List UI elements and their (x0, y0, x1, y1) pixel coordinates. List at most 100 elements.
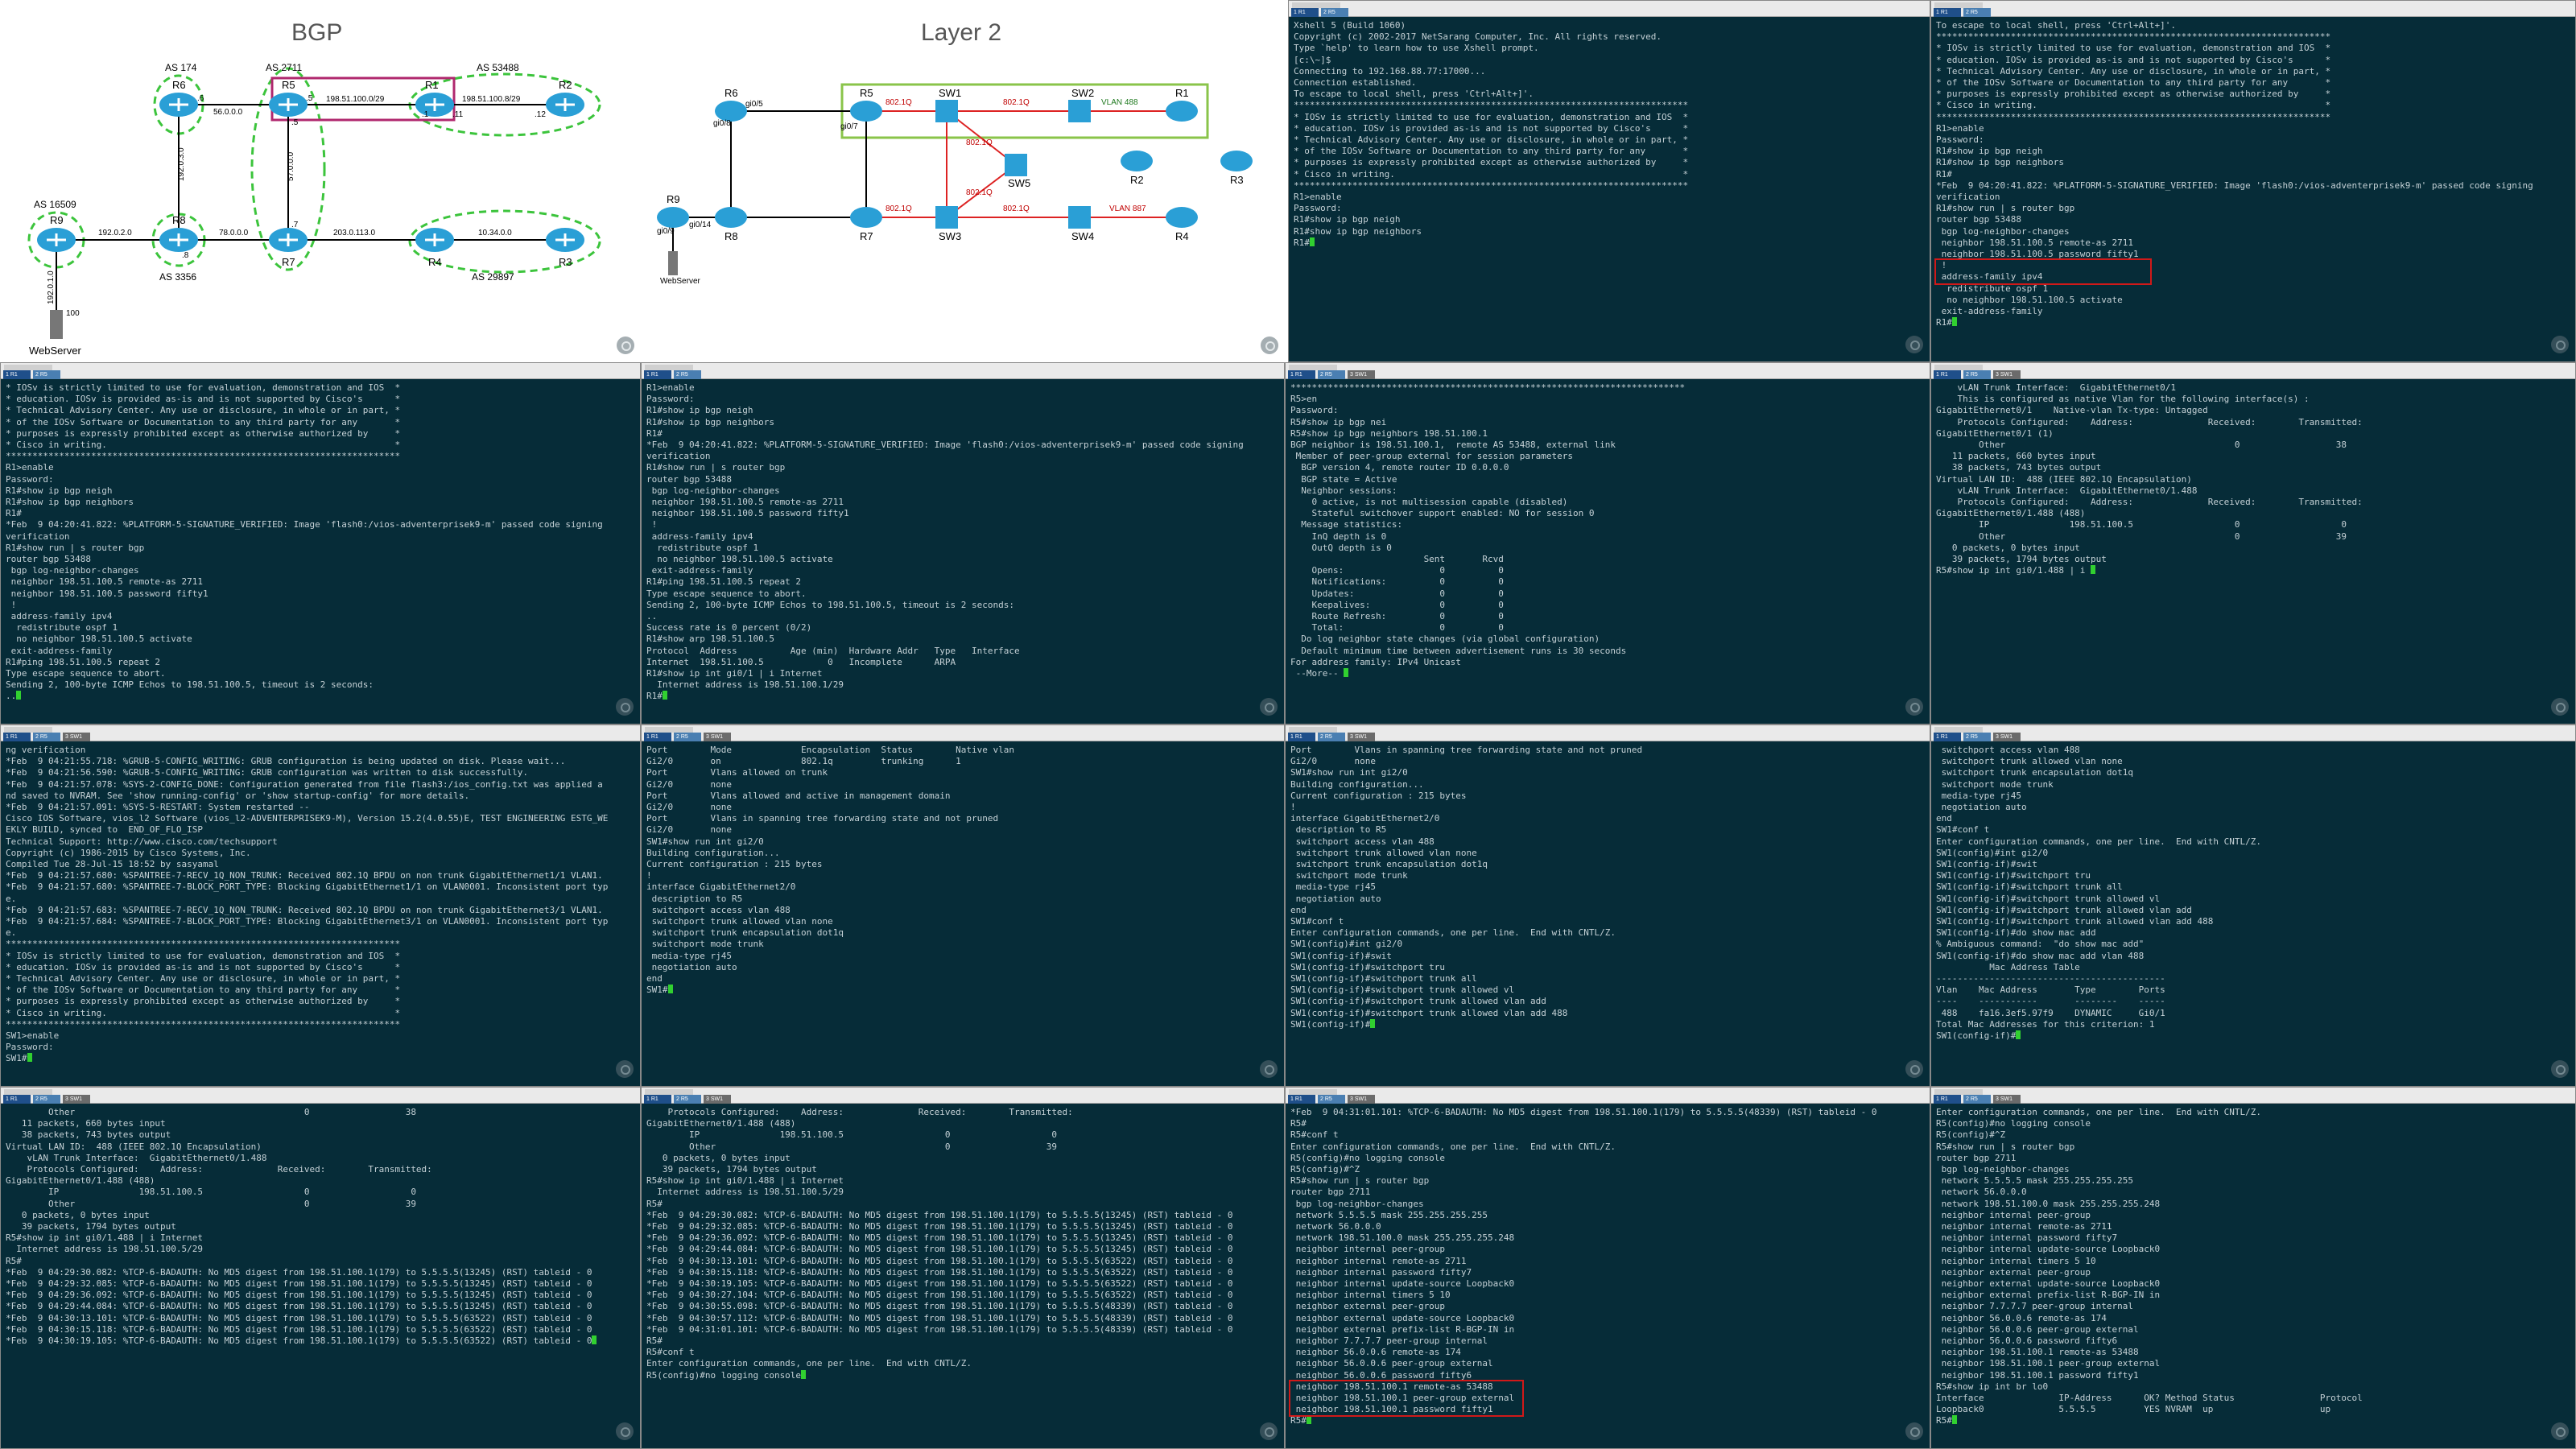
session-tab[interactable]: 3 SW1 (704, 733, 731, 741)
terminal-line: R1>enable (6, 462, 54, 473)
session-tab[interactable]: 3 SW1 (1993, 733, 2021, 741)
terminal-window[interactable]: 1 R1 2 R5 To escape to local shell, press … (1930, 0, 2576, 362)
terminal-window[interactable]: 1 R1 2 R5 3 SW1 Other 0 38 11 packets, 660… (0, 1087, 641, 1449)
session-tab[interactable]: 1 R1 (1934, 370, 1961, 379)
terminal-window[interactable]: 1 R1 2 R5 3 SW1 ng verification *Feb 9 04:21… (0, 724, 641, 1087)
scroll-down-button[interactable] (2551, 1422, 2569, 1440)
session-tab[interactable]: 3 SW1 (63, 733, 90, 741)
scroll-down-button[interactable] (1260, 1060, 1278, 1078)
scroll-down-button[interactable] (1261, 336, 1278, 354)
terminal-window[interactable]: 1 R1 2 R5 3 SW1 switchport access vlan 488… (1930, 724, 2576, 1087)
terminal-window[interactable]: 1 R1 2 R5 3 SW1 Protocols Configured: Addr… (641, 1087, 1285, 1449)
link-label: 802.1Q (886, 204, 912, 213)
terminal-line: R5(config)#no logging console (1290, 1152, 1446, 1163)
interface-label: .5 (291, 118, 299, 127)
session-tab[interactable]: 2 R5 (1963, 733, 1991, 741)
session-tab[interactable]: 2 R5 (1318, 370, 1345, 379)
terminal-line: R5# (646, 1335, 663, 1347)
session-tab[interactable]: 1 R1 (644, 733, 671, 741)
session-tab[interactable]: 2 R5 (1963, 1095, 1991, 1104)
terminal-output[interactable]: * IOSv is strictly limited to use for ev… (6, 382, 635, 722)
scroll-down-button[interactable] (1260, 698, 1278, 716)
terminal-window[interactable]: 1 R1 2 R5 3 SW1 Port Mode Encapsulation Sta… (641, 724, 1285, 1087)
terminal-line: switchport mode trunk (1290, 870, 1408, 881)
session-tab[interactable]: 1 R1 (1288, 370, 1315, 379)
terminal-output[interactable]: Port Mode Encapsulation Status Native vl… (646, 745, 1279, 1084)
session-tab[interactable]: 2 R5 (1963, 8, 1991, 17)
session-tab[interactable]: 1 R1 (1934, 1095, 1961, 1104)
session-tab[interactable]: 2 R5 (33, 1095, 60, 1104)
terminal-line: neighbor internal peer-group (1290, 1244, 1446, 1255)
terminal-window[interactable]: 1 R1 2 R5 * IOSv is strictly limited to us… (0, 362, 641, 724)
terminal-output[interactable]: ****************************************… (1290, 382, 1925, 722)
terminal-line: exit-address-family (6, 645, 113, 656)
session-tab[interactable]: 1 R1 (1934, 8, 1961, 17)
session-tab[interactable]: 2 R5 (1321, 8, 1348, 17)
session-tab[interactable]: 2 R5 (33, 370, 60, 379)
terminal-window[interactable]: 1 R1 2 R5 3 SW1 *Feb 9 04:31:01.101: %TCP-6… (1285, 1087, 1930, 1449)
terminal-window[interactable]: 1 R1 2 R5 3 SW1 ***************************… (1285, 362, 1930, 724)
session-tab[interactable]: 2 R5 (1318, 733, 1345, 741)
session-tab[interactable]: 1 R1 (644, 370, 671, 379)
terminal-output[interactable]: Xshell 5 (Build 1060) Copyright (c) 2002-… (1294, 20, 1925, 360)
scroll-down-button[interactable] (616, 1422, 634, 1440)
bgp-diagram-title: BGP (291, 19, 343, 46)
session-tab[interactable]: 1 R1 (3, 370, 31, 379)
session-tab[interactable]: 3 SW1 (1348, 370, 1375, 379)
scroll-down-button[interactable] (1260, 1422, 1278, 1440)
terminal-output[interactable]: Enter configuration commands, one per li… (1936, 1107, 2570, 1447)
terminal-output[interactable]: switchport access vlan 488 switchport tr… (1936, 745, 2570, 1084)
terminal-output[interactable]: vLAN Trunk Interface: GigabitEthernet0/1… (1936, 382, 2570, 722)
terminal-output[interactable]: ng verification *Feb 9 04:21:55.718: %GRU… (6, 745, 635, 1084)
terminal-line: Internet address is 198.51.100.5/29 (6, 1244, 204, 1255)
terminal-line: R5#conf t (646, 1347, 695, 1358)
session-tab[interactable]: 1 R1 (644, 1095, 671, 1104)
terminal-window[interactable]: 1 R1 2 R5 3 SW1 Port Vlans in spanning tree… (1285, 724, 1930, 1087)
session-tab[interactable]: 2 R5 (33, 733, 60, 741)
terminal-output[interactable]: To escape to local shell, press 'Ctrl+Al… (1936, 20, 2570, 360)
terminal-output[interactable]: Other 0 38 11 packets, 660 bytes input 3… (6, 1107, 635, 1447)
session-tab[interactable]: 2 R5 (1318, 1095, 1345, 1104)
terminal-line: e. (6, 893, 17, 904)
scroll-down-button[interactable] (2551, 698, 2569, 716)
session-tab[interactable]: 3 SW1 (63, 1095, 90, 1104)
terminal-output[interactable]: R1>enable Password: R1#show ip bgp neigh R1… (646, 382, 1279, 722)
session-tab[interactable]: 1 R1 (1288, 733, 1315, 741)
terminal-window[interactable]: 1 R1 2 R5 Xshell 5 (Build 1060) Copyright (… (1288, 0, 1930, 362)
node-label: R1 (1175, 87, 1189, 99)
terminal-window[interactable]: 1 R1 2 R5 3 SW1 Enter configuration command… (1930, 1087, 2576, 1449)
session-tab[interactable]: 2 R5 (674, 1095, 701, 1104)
session-tab[interactable]: 2 R5 (1963, 370, 1991, 379)
terminal-window[interactable]: 1 R1 2 R5 3 SW1 vLAN Trunk Interface: Giga… (1930, 362, 2576, 724)
terminal-line: *Feb 9 04:29:32.085: %TCP-6-BADAUTH: No … (646, 1221, 1233, 1232)
session-tab[interactable]: 3 SW1 (1993, 1095, 2021, 1104)
scroll-down-button[interactable] (616, 1060, 634, 1078)
session-tab[interactable]: 3 SW1 (1993, 370, 2021, 379)
terminal-output[interactable]: Port Vlans in spanning tree forwarding s… (1290, 745, 1925, 1084)
session-tab[interactable]: 1 R1 (3, 1095, 31, 1104)
session-tab[interactable]: 3 SW1 (1348, 1095, 1375, 1104)
scroll-down-button[interactable] (2551, 336, 2569, 353)
sw4-icon (1068, 206, 1091, 229)
cursor-block (1344, 668, 1349, 678)
scroll-down-button[interactable] (616, 698, 634, 716)
scroll-down-button[interactable] (1905, 1060, 1923, 1078)
terminal-line: vLAN Trunk Interface: GigabitEthernet0/1 (1936, 382, 2177, 393)
session-tab[interactable]: 2 R5 (674, 370, 701, 379)
terminal-output[interactable]: Protocols Configured: Address: Received:… (646, 1107, 1279, 1447)
session-tab[interactable]: 2 R5 (674, 733, 701, 741)
terminal-line: R1>enable (1294, 192, 1342, 203)
terminal-window[interactable]: 1 R1 2 R5 R1>enable Password: R1#show ip bgp… (641, 362, 1285, 724)
session-tab[interactable]: 1 R1 (1934, 733, 1961, 741)
scroll-down-button[interactable] (2551, 1060, 2569, 1078)
scroll-down-button[interactable] (617, 336, 634, 354)
session-tab[interactable]: 1 R1 (1288, 1095, 1315, 1104)
session-tab[interactable]: 1 R1 (1291, 8, 1319, 17)
scroll-down-button[interactable] (1905, 336, 1923, 353)
scroll-down-button[interactable] (1905, 1422, 1923, 1440)
session-tab[interactable]: 3 SW1 (1348, 733, 1375, 741)
session-tab[interactable]: 3 SW1 (704, 1095, 731, 1104)
cursor-block (1951, 1415, 1957, 1425)
scroll-down-button[interactable] (1905, 698, 1923, 716)
session-tab[interactable]: 1 R1 (3, 733, 31, 741)
